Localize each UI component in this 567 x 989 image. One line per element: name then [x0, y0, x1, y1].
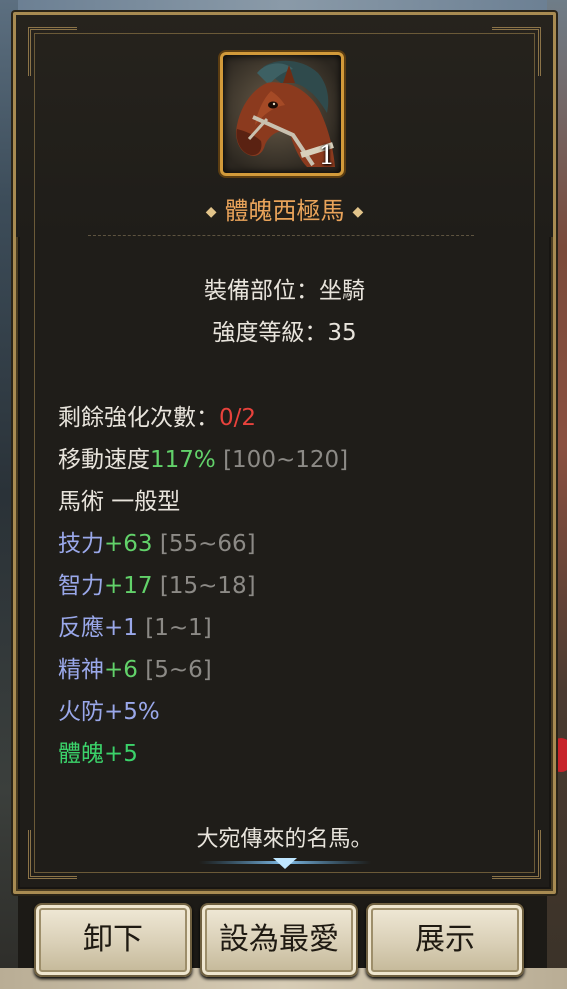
- background-scene-top: [0, 0, 567, 12]
- move-speed-line: 移動速度117% [100~120]: [58, 440, 348, 474]
- spirit-range: [5~6]: [137, 657, 212, 683]
- skill-stat-line: 技力+63 [55~66]: [58, 524, 256, 558]
- item-name: 體魄西極馬: [224, 197, 345, 225]
- item-name-row: ◆ 體魄西極馬 ◆: [16, 191, 553, 226]
- intel-value: +17: [104, 573, 153, 599]
- set-favorite-button[interactable]: 設為最愛: [200, 903, 358, 977]
- react-stat-line: 反應+1 [1~1]: [58, 608, 212, 642]
- show-button[interactable]: 展示: [366, 903, 524, 977]
- enhance-value: 0/2: [219, 405, 257, 431]
- header-divider: [88, 235, 474, 236]
- item-quantity: 1: [318, 141, 335, 171]
- equip-slot-line: 裝備部位：坐騎: [204, 278, 365, 304]
- enhance-count-line: 剩餘強化次數：0/2: [58, 398, 256, 432]
- diamond-ornament-icon: ◆: [205, 204, 217, 220]
- spirit-value: +6: [104, 657, 138, 683]
- scroll-down-icon[interactable]: [199, 855, 371, 871]
- speed-value: 117%: [150, 447, 216, 473]
- react-value: +1: [104, 615, 138, 641]
- speed-range: [100~120]: [215, 447, 349, 473]
- react-range: [1~1]: [137, 615, 212, 641]
- diamond-ornament-icon: ◆: [352, 204, 364, 220]
- spirit-label: 精神: [58, 657, 104, 683]
- spirit-stat-line: 精神+6 [5~6]: [58, 650, 212, 684]
- physique-line: 體魄+5: [58, 741, 138, 767]
- intel-label: 智力: [58, 573, 104, 599]
- strength-level-line: 強度等級：35: [212, 320, 357, 346]
- item-tooltip-panel: 1 ◆ 體魄西極馬 ◆ 裝備部位：坐騎 強度等級：35 剩餘強化次數：0/2 移動速…: [13, 12, 556, 894]
- corner-ornament: [492, 27, 541, 76]
- skill-range: [55~66]: [152, 531, 256, 557]
- horsemanship-line: 馬術 一般型: [58, 489, 181, 515]
- corner-ornament: [28, 27, 77, 76]
- fire-res-line: 火防+5%: [58, 699, 160, 725]
- intel-stat-line: 智力+17 [15~18]: [58, 566, 256, 600]
- skill-value: +63: [104, 531, 153, 557]
- enhance-label: 剩餘強化次數：: [58, 405, 219, 431]
- skill-label: 技力: [58, 531, 104, 557]
- item-icon-slot[interactable]: 1: [220, 52, 344, 176]
- unequip-button[interactable]: 卸下: [34, 903, 192, 977]
- speed-label: 移動速度: [58, 447, 150, 473]
- item-description: 大宛傳來的名馬。: [196, 827, 373, 852]
- react-label: 反應: [58, 615, 104, 641]
- intel-range: [15~18]: [152, 573, 256, 599]
